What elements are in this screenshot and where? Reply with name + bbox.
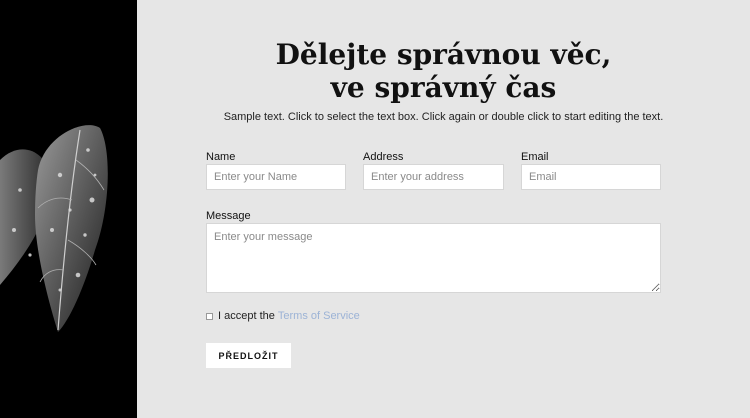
title-line-1: Dělejte správnou věc, xyxy=(275,38,612,71)
email-input[interactable] xyxy=(521,164,661,190)
terms-of-service-link[interactable]: Terms of Service xyxy=(278,310,360,322)
address-label: Address xyxy=(363,151,404,163)
address-input[interactable] xyxy=(363,164,504,190)
name-input[interactable] xyxy=(206,164,346,190)
contact-section: Dělejte správnou věc, ve správný čas Sam… xyxy=(137,0,750,418)
submit-button[interactable]: PŘEDLOŽIT xyxy=(206,343,291,368)
consent-text: I accept the xyxy=(218,310,275,322)
page-title: Dělejte správnou věc, ve správný čas xyxy=(137,38,750,104)
subtitle-text: Sample text. Click to select the text bo… xyxy=(223,111,664,123)
leaf-photo-panel xyxy=(0,0,137,418)
message-textarea[interactable] xyxy=(206,223,661,293)
terms-consent-row: I accept the Terms of Service xyxy=(206,310,360,322)
terms-checkbox[interactable] xyxy=(206,312,213,320)
message-label: Message xyxy=(206,210,251,222)
name-label: Name xyxy=(206,151,236,163)
email-label: Email xyxy=(521,151,549,163)
title-line-2: ve správný čas xyxy=(330,71,557,104)
leaf-image xyxy=(0,125,108,332)
